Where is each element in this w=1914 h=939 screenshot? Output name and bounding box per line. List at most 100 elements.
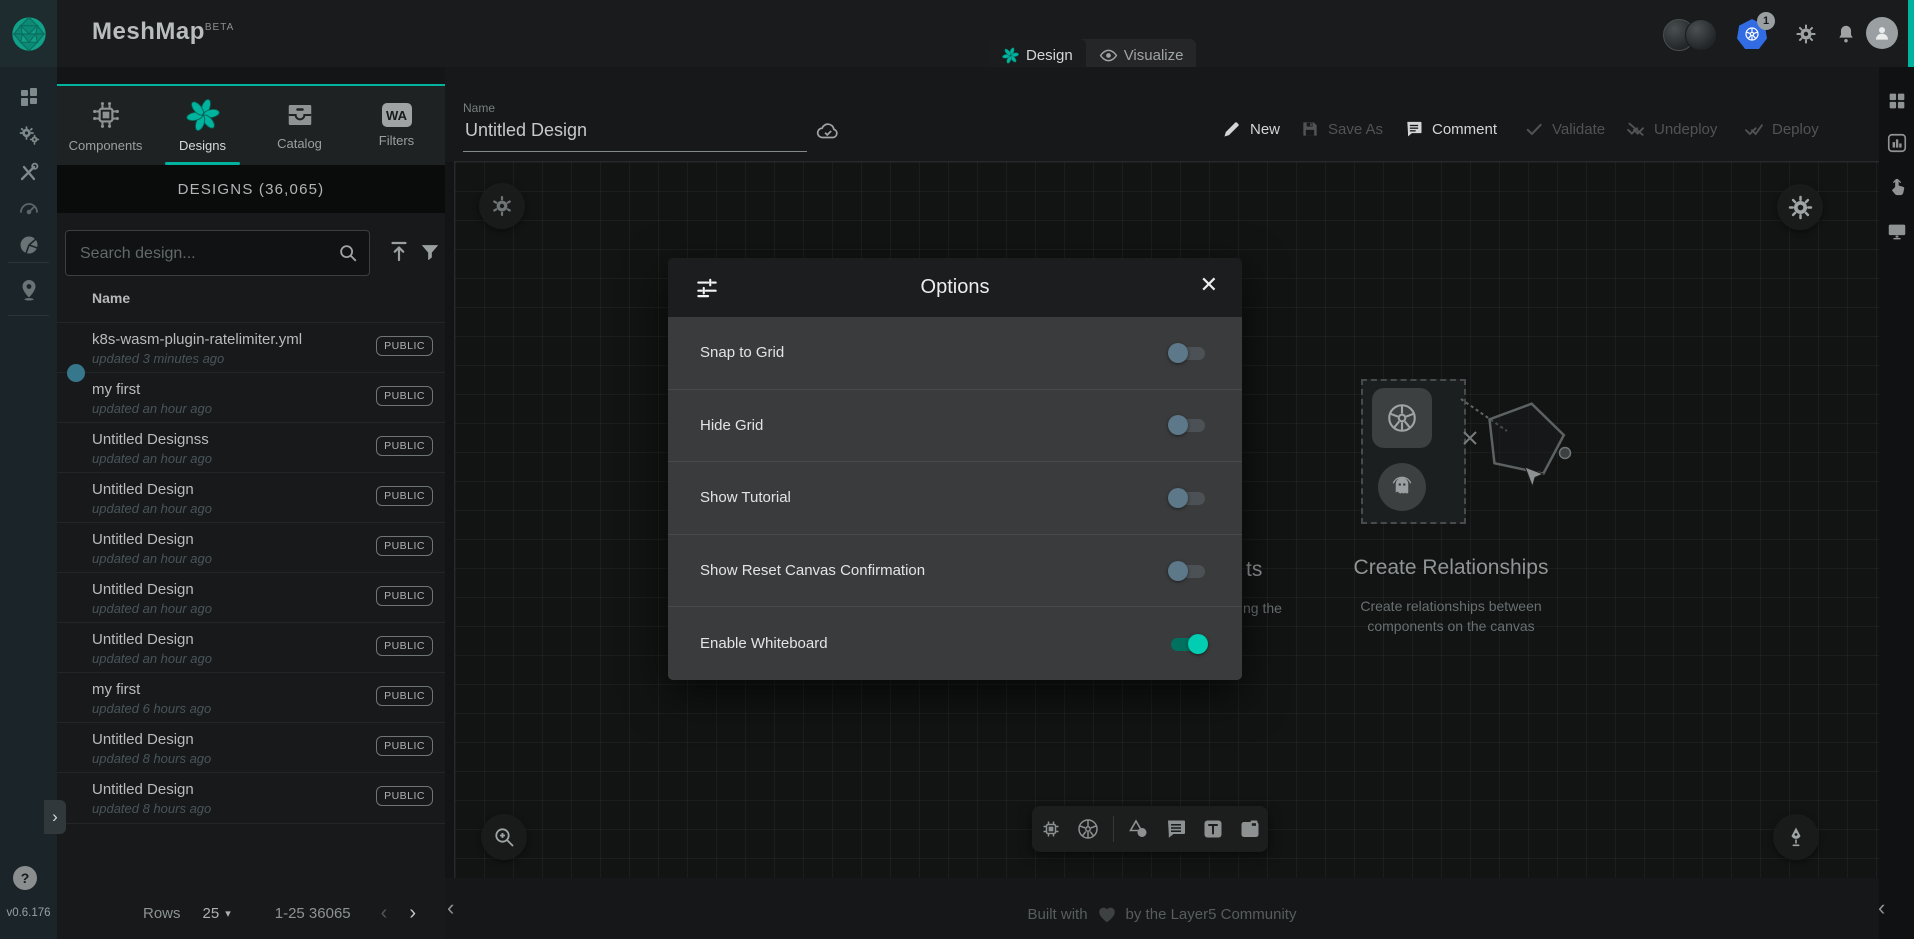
display-monitor-icon[interactable]	[1886, 220, 1908, 242]
occluded-card-desc-fragment: ng the	[1243, 600, 1282, 616]
snap-to-grid-toggle[interactable]	[1168, 343, 1208, 363]
text-tool-icon[interactable]	[1201, 817, 1225, 841]
canvas-tools-dock	[1032, 806, 1268, 852]
onboarding-squid-tile	[1378, 463, 1426, 511]
kubernetes-tool-icon[interactable]	[1076, 817, 1100, 841]
onboarding-description-line2: components on the canvas	[1331, 618, 1571, 634]
design-list-row[interactable]: Untitled Design updated an hour ago PUBL…	[57, 622, 445, 673]
onboarding-components-group	[1361, 379, 1466, 524]
filter-funnel-icon[interactable]	[419, 241, 441, 263]
deploy-double-check-icon	[1744, 119, 1764, 139]
author-avatar	[67, 364, 85, 382]
design-list-row[interactable]: Untitled Design updated 8 hours ago PUBL…	[57, 772, 445, 824]
tab-filters[interactable]: WA Filters	[348, 86, 445, 165]
zoom-in-button[interactable]	[481, 814, 527, 860]
deploy-button[interactable]: Deploy	[1744, 119, 1819, 139]
occluded-card-title-fragment: ts	[1246, 558, 1262, 582]
options-modal-title: Options	[668, 276, 1242, 299]
visibility-badge: PUBLIC	[376, 336, 433, 356]
design-list-row[interactable]: Untitled Design updated an hour ago PUBL…	[57, 572, 445, 623]
tab-designs[interactable]: Designs	[154, 86, 251, 165]
next-page-button[interactable]: ›	[409, 902, 416, 925]
prev-page-button[interactable]: ‹	[381, 902, 388, 925]
meshmap-pin-icon[interactable]	[17, 278, 41, 302]
person-icon	[1872, 23, 1892, 43]
close-icon[interactable]: ✕	[1200, 274, 1218, 296]
visibility-badge: PUBLIC	[376, 386, 433, 406]
check-icon	[1524, 119, 1544, 139]
design-name-label: Name	[463, 101, 495, 115]
eye-icon	[1099, 46, 1118, 65]
design-list-row[interactable]: Untitled Designss updated an hour ago PU…	[57, 422, 445, 473]
enable-whiteboard-toggle[interactable]	[1168, 634, 1208, 654]
cloud-saved-icon	[815, 118, 841, 144]
settings-gear-icon[interactable]	[1795, 23, 1817, 45]
user-avatar[interactable]	[1866, 17, 1898, 49]
app-title: MeshMapBETA	[92, 18, 234, 46]
name-input-underline	[463, 151, 807, 152]
show-reset-canvas-confirmation-toggle[interactable]	[1168, 561, 1208, 581]
options-modal: Options ✕ Snap to Grid Hide Grid Show Tu…	[668, 258, 1242, 680]
collaborator-avatar[interactable]	[1685, 19, 1717, 51]
media-tool-icon[interactable]	[1238, 817, 1262, 841]
save-as-button[interactable]: Save As	[1300, 119, 1383, 139]
canvas-config-button[interactable]	[479, 183, 525, 229]
designs-panel: Components Designs	[57, 67, 445, 939]
lifecycle-gears-icon[interactable]	[17, 123, 41, 147]
interaction-hand-icon[interactable]	[1886, 176, 1908, 198]
help-button[interactable]: ?	[13, 866, 37, 890]
canvas-options-button[interactable]	[1777, 184, 1823, 230]
context-count-badge: 1	[1757, 12, 1775, 30]
components-chip-icon	[89, 98, 123, 132]
pen-nib-icon	[1784, 825, 1808, 849]
shapes-tool-icon[interactable]	[1127, 817, 1151, 841]
option-row-show-tutorial: Show Tutorial	[668, 462, 1242, 535]
design-list-row[interactable]: k8s-wasm-plugin-ratelimiter.yml updated …	[57, 322, 445, 373]
footer-credit: Built with by the Layer5 Community	[445, 903, 1879, 925]
design-list-row[interactable]: my first updated an hour ago PUBLIC	[57, 372, 445, 423]
notifications-bell-icon[interactable]	[1835, 23, 1857, 45]
tab-components[interactable]: Components	[57, 86, 154, 165]
chart-panel-icon[interactable]	[1886, 132, 1908, 154]
design-list-row[interactable]: Untitled Design updated an hour ago PUBL…	[57, 522, 445, 573]
pen-tool-button[interactable]	[1773, 814, 1819, 860]
hide-grid-toggle[interactable]	[1168, 415, 1208, 435]
configuration-tools-icon[interactable]	[17, 160, 41, 184]
visibility-badge: PUBLIC	[376, 786, 433, 806]
design-list-row[interactable]: Untitled Design updated an hour ago PUBL…	[57, 472, 445, 523]
panel-top-strip	[57, 67, 445, 84]
design-list-row[interactable]: my first updated 6 hours ago PUBLIC	[57, 672, 445, 723]
rail-divider	[8, 315, 49, 316]
page-size-value[interactable]: 25	[203, 905, 220, 922]
show-tutorial-toggle[interactable]	[1168, 488, 1208, 508]
page-size-caret-icon[interactable]: ▾	[225, 907, 231, 920]
design-name-input[interactable]	[463, 119, 811, 142]
add-component-icon[interactable]	[1039, 817, 1063, 841]
validate-button[interactable]: Validate	[1524, 119, 1605, 139]
meshery-logo[interactable]	[0, 0, 57, 67]
onboarding-description-line1: Create relationships between	[1331, 598, 1571, 614]
search-input[interactable]	[78, 231, 332, 277]
dashboard-icon[interactable]	[17, 85, 41, 109]
tab-catalog[interactable]: Catalog	[251, 86, 348, 165]
options-modal-body: Snap to Grid Hide Grid Show Tutorial Sho…	[668, 317, 1242, 680]
design-list-row[interactable]: Untitled Design updated 8 hours ago PUBL…	[57, 722, 445, 773]
wasm-filters-icon: WA	[382, 103, 412, 127]
performance-gauge-icon[interactable]	[17, 196, 41, 220]
comment-button[interactable]: Comment	[1404, 119, 1497, 139]
new-design-button[interactable]: New	[1222, 119, 1280, 139]
comment-tool-icon[interactable]	[1164, 817, 1188, 841]
option-row-snap-to-grid: Snap to Grid	[668, 317, 1242, 390]
components-grid-icon[interactable]	[1886, 90, 1908, 112]
gear-icon	[1787, 194, 1814, 221]
pagination-bar: Rows 25 ▾ 1-25 36065 ‹ ›	[57, 887, 445, 939]
collapse-right-panel-chevron[interactable]: ‹	[1878, 895, 1885, 921]
search-icon[interactable]	[337, 242, 359, 264]
undeploy-button[interactable]: Undeploy	[1626, 119, 1717, 139]
extensions-mesh-icon[interactable]	[17, 233, 41, 257]
upload-design-icon[interactable]	[387, 239, 411, 263]
kubernetes-wheel-icon	[1384, 400, 1420, 436]
top-header-bar	[57, 0, 1914, 67]
expand-panel-tab[interactable]: ›	[44, 800, 66, 834]
visibility-badge: PUBLIC	[376, 586, 433, 606]
